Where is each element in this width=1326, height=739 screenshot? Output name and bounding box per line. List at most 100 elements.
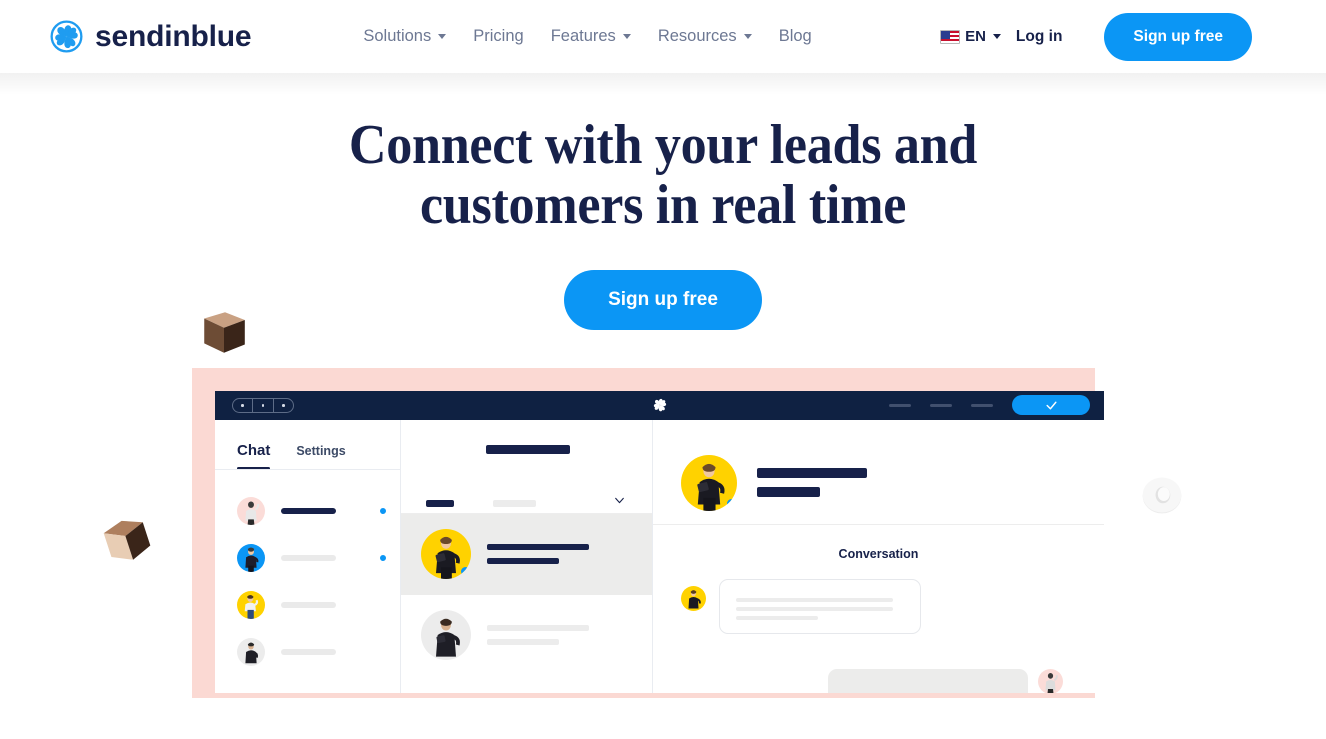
menu-dash-icon xyxy=(930,404,952,407)
app-window: Chat Settings Conversation xyxy=(215,390,1104,693)
product-illustration: Chat Settings Conversation xyxy=(0,312,1326,698)
checkmark-icon xyxy=(1045,401,1057,410)
avatar xyxy=(421,610,471,661)
header-actions: EN Log in Sign up free xyxy=(940,12,1252,61)
nav-label: Resources xyxy=(657,27,737,45)
nav-item-blog[interactable]: Blog xyxy=(779,27,812,46)
online-indicator xyxy=(727,498,736,508)
avatar xyxy=(681,454,737,511)
message-bubble xyxy=(719,578,921,634)
us-flag-icon xyxy=(940,29,961,44)
torus-ring-icon xyxy=(1142,477,1182,514)
chevron-down-icon xyxy=(743,34,752,39)
nav-item-solutions[interactable]: Solutions xyxy=(363,27,447,46)
message-incoming xyxy=(653,561,1104,634)
site-header: sendinblue Solutions Pricing Features Re… xyxy=(0,0,1326,95)
contact-name-lines xyxy=(757,468,867,498)
language-code: EN xyxy=(965,28,986,45)
tab-settings[interactable]: Settings xyxy=(296,444,345,470)
avatar xyxy=(237,591,265,620)
nav-label: Pricing xyxy=(473,27,524,45)
signup-button-hero[interactable]: Sign up free xyxy=(564,269,762,330)
nav-item-pricing[interactable]: Pricing xyxy=(473,27,523,46)
nav-label: Features xyxy=(550,27,616,45)
filter-inactive-bar xyxy=(493,499,536,507)
signup-button-header[interactable]: Sign up free xyxy=(1104,12,1252,61)
nav-label: Blog xyxy=(778,27,812,45)
line xyxy=(487,639,559,646)
avatar xyxy=(421,529,471,580)
headline-line-2: customers in real time xyxy=(419,173,907,236)
list-item-lines xyxy=(487,625,589,646)
avatar xyxy=(237,544,265,573)
line xyxy=(757,468,867,479)
menu-dash-icon xyxy=(971,404,993,407)
list-item[interactable] xyxy=(401,595,652,676)
chevron-down-icon xyxy=(622,34,631,39)
list-item[interactable] xyxy=(401,513,652,595)
sendinblue-pinwheel-icon xyxy=(50,20,83,53)
floating-box-top xyxy=(204,312,245,353)
tabs-divider xyxy=(215,468,400,470)
nav-item-features[interactable]: Features xyxy=(551,27,631,46)
line xyxy=(736,615,818,620)
line xyxy=(487,558,559,565)
avatar xyxy=(237,638,265,667)
menu-dash-icon xyxy=(889,404,911,407)
list-item-lines xyxy=(487,544,589,565)
list-item[interactable] xyxy=(215,582,400,629)
line xyxy=(487,625,589,632)
chevron-down-icon[interactable] xyxy=(613,494,626,507)
list-item-label-bar xyxy=(281,555,336,562)
line xyxy=(736,606,893,611)
unread-badge xyxy=(380,508,386,515)
chat-list xyxy=(215,470,400,676)
conversation-panel: Conversation xyxy=(653,420,1104,693)
titlebar-actions xyxy=(889,395,1090,416)
avatar xyxy=(237,497,265,526)
list-item[interactable] xyxy=(215,629,400,676)
list-item[interactable] xyxy=(215,535,400,582)
conversation-list-header xyxy=(401,420,652,514)
line xyxy=(487,544,589,551)
chat-sidebar: Chat Settings xyxy=(215,419,401,693)
window-controls-icon[interactable] xyxy=(232,397,294,413)
language-selector[interactable]: EN xyxy=(940,28,1001,45)
unread-badge xyxy=(380,555,386,562)
chevron-down-icon xyxy=(992,34,1001,39)
line xyxy=(736,597,893,602)
tab-chat[interactable]: Chat xyxy=(237,442,271,470)
avatar xyxy=(1038,668,1063,693)
message-bubble xyxy=(828,668,1028,693)
panel-title-bar xyxy=(486,444,570,454)
nav-item-resources[interactable]: Resources xyxy=(658,27,752,46)
floating-box-left xyxy=(103,520,151,560)
sidebar-tabs: Chat Settings xyxy=(215,420,400,470)
avatar xyxy=(681,585,706,611)
window-body: Chat Settings Conversation xyxy=(215,419,1104,693)
page-title: Connect with your leads and customers in… xyxy=(46,114,1279,236)
login-link[interactable]: Log in xyxy=(1016,28,1063,46)
cardboard-box-icon xyxy=(103,520,151,560)
list-item-label-bar xyxy=(281,602,336,609)
hero-section: Connect with your leads and customers in… xyxy=(0,114,1326,330)
main-nav: Solutions Pricing Features Resources Blo… xyxy=(363,27,811,46)
nav-label: Solutions xyxy=(363,27,432,45)
cardboard-box-icon xyxy=(204,312,245,353)
headline-line-1: Connect with your leads and xyxy=(348,114,978,176)
list-item[interactable] xyxy=(215,488,400,535)
brand-logo[interactable]: sendinblue xyxy=(50,19,252,54)
message-outgoing xyxy=(828,668,1063,693)
chevron-down-icon xyxy=(438,34,447,39)
sendinblue-pinwheel-icon xyxy=(653,399,666,412)
conversation-header xyxy=(653,420,1104,525)
filter-active-bar xyxy=(426,499,454,507)
floating-torus xyxy=(1142,477,1182,514)
conversation-label: Conversation xyxy=(838,546,919,561)
confirm-button[interactable] xyxy=(1012,395,1090,416)
brand-name: sendinblue xyxy=(95,19,252,53)
list-item-label-bar xyxy=(281,508,336,515)
window-titlebar xyxy=(215,390,1104,420)
list-item-label-bar xyxy=(281,649,336,656)
line xyxy=(757,487,820,498)
